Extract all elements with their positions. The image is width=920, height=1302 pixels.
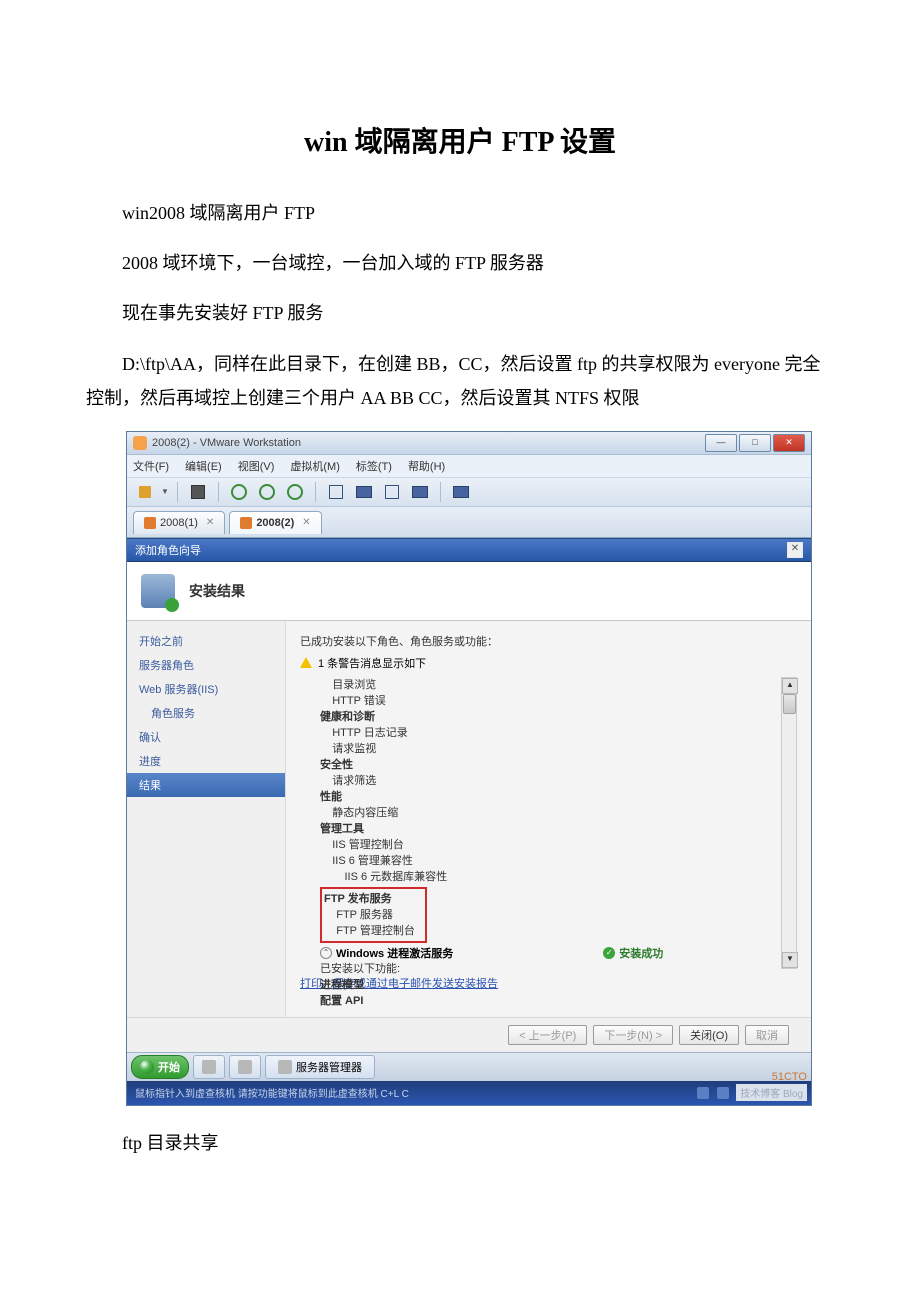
tb-snapshot-button[interactable] <box>227 481 251 503</box>
toolbar-separator <box>177 482 178 502</box>
menu-file[interactable]: 文件(F) <box>133 458 169 474</box>
wizard-body: 开始之前 服务器角色 Web 服务器(IIS) 角色服务 确认 进度 结果 ww… <box>127 621 811 1017</box>
warning-icon <box>300 657 312 668</box>
success-icon: ✓ <box>603 947 615 959</box>
step-before[interactable]: 开始之前 <box>127 629 285 653</box>
step-confirm[interactable]: 确认 <box>127 725 285 749</box>
step-progress[interactable]: 进度 <box>127 749 285 773</box>
collapse-icon[interactable]: ⌃ <box>320 947 332 959</box>
start-button[interactable]: 开始 <box>131 1055 189 1079</box>
scroll-down-button[interactable]: ▼ <box>782 952 798 968</box>
paragraph-4: D:\ftp\AA，同样在此目录下，在创建 BB，CC，然后设置 ftp 的共享… <box>86 347 834 415</box>
tb-view2-button[interactable] <box>352 481 376 503</box>
success-text: 安装成功 <box>619 945 663 961</box>
taskbar: 开始 服务器管理器 技术博客 Blog <box>127 1052 811 1081</box>
taskbar-quick1[interactable] <box>193 1055 225 1079</box>
tb-view4-button[interactable] <box>408 481 432 503</box>
wizard-header-title: 安装结果 <box>189 581 245 601</box>
scroll-thumb[interactable] <box>783 694 796 714</box>
minimize-button[interactable]: — <box>705 434 737 452</box>
result-tree: 目录浏览 HTTP 错误 健康和诊断 HTTP 日志记录 请求监视 安全性 请求… <box>300 677 797 967</box>
ftp-highlight-box: FTP 发布服务 FTP 服务器 FTP 管理控制台 <box>320 887 427 943</box>
step-server-roles[interactable]: 服务器角色 <box>127 653 285 677</box>
vm-tab-icon <box>144 517 156 529</box>
toolbar-separator <box>440 482 441 502</box>
toolbar-separator <box>218 482 219 502</box>
status-text: 鼠标指针入到虚查核机 请按功能键将鼠标到此虚查核机 C+L C <box>135 1085 409 1100</box>
wizard-titlebar-text: 添加角色向导 <box>135 542 201 558</box>
paragraph-1: win2008 域隔离用户 FTP <box>86 196 834 230</box>
step-web-server[interactable]: Web 服务器(IIS) <box>127 677 285 701</box>
scrollbar[interactable]: ▲ ▼ <box>781 677 797 969</box>
toolbar: ▼ <box>127 478 811 507</box>
was-row: ⌃ Windows 进程激活服务 ✓ 安装成功 <box>320 945 797 961</box>
warning-text: 1 条警告消息显示如下 <box>318 655 426 671</box>
vmware-icon <box>133 436 147 450</box>
window-title: 2008(2) - VMware Workstation <box>152 437 301 449</box>
taskbar-quick2[interactable] <box>229 1055 261 1079</box>
tb-fullscreen-button[interactable] <box>449 481 473 503</box>
menu-view[interactable]: 视图(V) <box>238 458 275 474</box>
cancel-button[interactable]: 取消 <box>745 1025 789 1045</box>
tab-close-icon[interactable]: ✕ <box>302 517 310 528</box>
tab-2008-1[interactable]: 2008(1) ✕ <box>133 511 225 534</box>
tb-view3-button[interactable] <box>380 481 404 503</box>
vmware-status-bar: 鼠标指针入到虚查核机 请按功能键将鼠标到此虚查核机 C+L C <box>127 1081 811 1105</box>
scroll-up-button[interactable]: ▲ <box>782 678 798 694</box>
maximize-button[interactable]: □ <box>739 434 771 452</box>
window-titlebar[interactable]: 2008(2) - VMware Workstation — □ ✕ <box>127 432 811 455</box>
brand-blog: 技术博客 Blog <box>736 1084 807 1101</box>
prev-button[interactable]: < 上一步(P) <box>508 1025 587 1045</box>
paragraph-2: 2008 域环境下，一台域控，一台加入域的 FTP 服务器 <box>86 246 834 280</box>
menu-edit[interactable]: 编辑(E) <box>185 458 222 474</box>
status-icon <box>697 1087 709 1099</box>
wizard-button-bar: < 上一步(P) 下一步(N) > 关闭(O) 取消 51CTO <box>127 1017 811 1052</box>
status-icon <box>717 1087 729 1099</box>
vm-tab-icon <box>240 517 252 529</box>
tb-manage-button[interactable] <box>283 481 307 503</box>
menu-tabs[interactable]: 标签(T) <box>356 458 392 474</box>
step-result[interactable]: 结果 <box>127 773 285 797</box>
tb-chip-button[interactable] <box>186 481 210 503</box>
server-manager-icon <box>278 1060 292 1074</box>
next-button[interactable]: 下一步(N) > <box>593 1025 673 1045</box>
wizard-content: www.docx.com 已成功安装以下角色、角色服务或功能： 1 条警告消息显… <box>286 621 811 1017</box>
tab-bar: 2008(1) ✕ 2008(2) ✕ <box>127 507 811 538</box>
brand-label: 51CTO <box>772 1071 807 1083</box>
tb-revert-button[interactable] <box>255 481 279 503</box>
paragraph-3: 现在事先安装好 FTP 服务 <box>86 296 834 330</box>
close-button[interactable]: ✕ <box>773 434 805 452</box>
tab-2008-2[interactable]: 2008(2) ✕ <box>229 511 321 534</box>
wizard-close-button[interactable]: ✕ <box>787 542 803 558</box>
vmware-window: 2008(2) - VMware Workstation — □ ✕ 文件(F)… <box>126 431 812 1106</box>
tb-power-button[interactable] <box>133 481 157 503</box>
taskbar-server-manager[interactable]: 服务器管理器 <box>265 1055 375 1079</box>
warning-row: 1 条警告消息显示如下 <box>300 655 797 671</box>
toolbar-separator <box>315 482 316 502</box>
tab-close-icon[interactable]: ✕ <box>206 517 214 528</box>
step-role-services[interactable]: 角色服务 <box>127 701 285 725</box>
installed-label: 已成功安装以下角色、角色服务或功能： <box>300 633 797 649</box>
menu-help[interactable]: 帮助(H) <box>408 458 445 474</box>
tb-view1-button[interactable] <box>324 481 348 503</box>
wizard-steps: 开始之前 服务器角色 Web 服务器(IIS) 角色服务 确认 进度 结果 <box>127 621 286 1017</box>
menu-bar: 文件(F) 编辑(E) 视图(V) 虚拟机(M) 标签(T) 帮助(H) <box>127 455 811 478</box>
menu-vm[interactable]: 虚拟机(M) <box>290 458 340 474</box>
caption: ftp 目录共享 <box>86 1126 834 1160</box>
close-button2[interactable]: 关闭(O) <box>679 1025 739 1045</box>
wizard-header: 安装结果 <box>127 562 811 621</box>
server-role-icon <box>141 574 175 608</box>
wizard-titlebar[interactable]: 添加角色向导 ✕ <box>127 538 811 562</box>
func-label: 已安装以下功能: <box>320 961 797 977</box>
doc-title: win 域隔离用户 FTP 设置 <box>86 120 834 160</box>
